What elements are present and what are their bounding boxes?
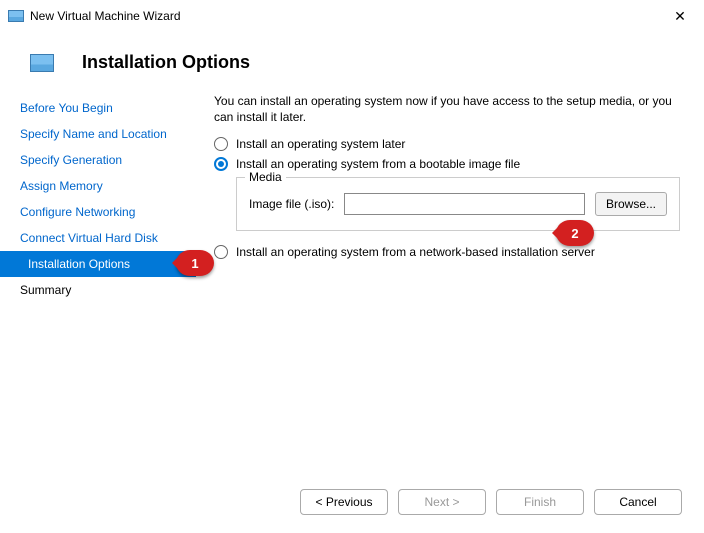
- finish-button[interactable]: Finish: [496, 489, 584, 515]
- next-button[interactable]: Next >: [398, 489, 486, 515]
- main-panel: You can install an operating system now …: [196, 91, 704, 471]
- intro-text: You can install an operating system now …: [214, 93, 680, 125]
- sidebar-item-assign-memory[interactable]: Assign Memory: [0, 173, 196, 199]
- annotation-callout-1: 1: [176, 250, 214, 276]
- option-image-label: Install an operating system from a boota…: [236, 157, 520, 171]
- image-file-label: Image file (.iso):: [249, 197, 334, 211]
- previous-button[interactable]: < Previous: [300, 489, 388, 515]
- radio-icon[interactable]: [214, 245, 228, 259]
- sidebar-item-configure-networking[interactable]: Configure Networking: [0, 199, 196, 225]
- page-title: Installation Options: [82, 52, 250, 73]
- wizard-steps-sidebar: Before You Begin Specify Name and Locati…: [0, 91, 196, 471]
- browse-button[interactable]: Browse...: [595, 192, 667, 216]
- image-file-input[interactable]: [344, 193, 585, 215]
- wizard-icon: [30, 54, 54, 72]
- page-header: Installation Options: [0, 32, 704, 91]
- annotation-callout-2: 2: [556, 220, 594, 246]
- option-later-label: Install an operating system later: [236, 137, 405, 151]
- radio-icon[interactable]: [214, 137, 228, 151]
- titlebar: New Virtual Machine Wizard ✕: [0, 0, 704, 32]
- option-network-label: Install an operating system from a netwo…: [236, 245, 595, 259]
- option-install-image[interactable]: Install an operating system from a boota…: [214, 157, 680, 171]
- sidebar-item-before-you-begin[interactable]: Before You Begin: [0, 95, 196, 121]
- sidebar-item-specify-generation[interactable]: Specify Generation: [0, 147, 196, 173]
- window-title: New Virtual Machine Wizard: [30, 9, 181, 23]
- sidebar-item-connect-vhd[interactable]: Connect Virtual Hard Disk: [0, 225, 196, 251]
- option-install-network[interactable]: Install an operating system from a netwo…: [214, 245, 680, 259]
- sidebar-item-summary[interactable]: Summary: [0, 277, 196, 303]
- option-install-later[interactable]: Install an operating system later: [214, 137, 680, 151]
- wizard-footer: < Previous Next > Finish Cancel: [300, 489, 682, 515]
- content-area: Before You Begin Specify Name and Locati…: [0, 91, 704, 471]
- media-group: Media Image file (.iso): Browse...: [236, 177, 680, 231]
- radio-icon[interactable]: [214, 157, 228, 171]
- sidebar-item-specify-name[interactable]: Specify Name and Location: [0, 121, 196, 147]
- app-icon: [8, 10, 24, 22]
- close-icon[interactable]: ✕: [664, 8, 696, 25]
- media-legend: Media: [245, 170, 286, 184]
- cancel-button[interactable]: Cancel: [594, 489, 682, 515]
